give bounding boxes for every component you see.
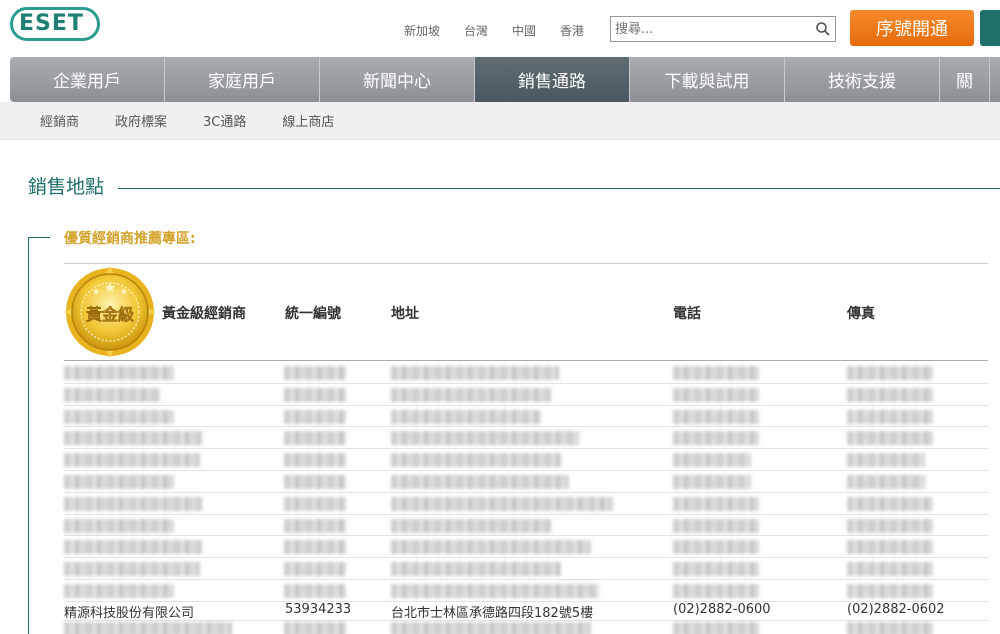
sub-section-vertical-rule bbox=[28, 237, 29, 634]
table-row: 精源科技股份有限公司 53934233 台北市士林區承德路四段182號5樓 (0… bbox=[64, 599, 988, 621]
search-input[interactable] bbox=[615, 19, 811, 39]
column-header-phone: 電話 bbox=[673, 306, 701, 322]
table-row bbox=[64, 384, 988, 406]
table-row bbox=[64, 622, 988, 634]
nav-item-sales-channel[interactable]: 銷售通路 bbox=[475, 57, 630, 102]
nav-item-business[interactable]: 企業用戶 bbox=[10, 57, 165, 102]
lang-link-taiwan[interactable]: 台灣 bbox=[464, 22, 488, 39]
nav-item-home[interactable]: 家庭用戶 bbox=[165, 57, 320, 102]
teal-header-button[interactable] bbox=[980, 10, 1000, 46]
sub-nav: 經銷商 政府標案 3C通路 線上商店 bbox=[0, 102, 1000, 140]
subnav-item-3c[interactable]: 3C通路 bbox=[203, 111, 246, 130]
table-row bbox=[64, 362, 988, 384]
dealer-name: 精源科技股份有限公司 bbox=[64, 606, 195, 621]
table-header-rule bbox=[64, 360, 988, 361]
main-nav: 企業用戶 家庭用戶 新聞中心 銷售通路 下載與試用 技術支援 關 bbox=[10, 57, 1000, 102]
gold-medal-icon: 黃金級 bbox=[64, 266, 156, 358]
site-header: ESET 新加坡 台灣 中國 香港 序號開通 bbox=[0, 0, 1000, 56]
table-row bbox=[64, 471, 988, 493]
nav-item-about[interactable]: 關 bbox=[940, 57, 990, 102]
table-row bbox=[64, 558, 988, 580]
sub-section-title: 優質經銷商推薦專區: bbox=[64, 231, 196, 247]
subnav-item-dealers[interactable]: 經銷商 bbox=[40, 111, 79, 130]
nav-item-support[interactable]: 技術支援 bbox=[785, 57, 940, 102]
table-row bbox=[64, 536, 988, 559]
section-title-rule bbox=[118, 188, 1000, 189]
serial-activation-button[interactable]: 序號開通 bbox=[850, 10, 974, 46]
dealer-address: 台北市士林區承德路四段182號5樓 bbox=[391, 606, 594, 621]
subnav-item-online-store[interactable]: 線上商店 bbox=[282, 111, 334, 130]
lang-link-singapore[interactable]: 新加坡 bbox=[404, 22, 440, 39]
column-header-tax-id: 統一編號 bbox=[285, 306, 341, 322]
table-row bbox=[64, 406, 988, 428]
table-row bbox=[64, 427, 988, 450]
eset-logo[interactable]: ESET bbox=[10, 7, 100, 41]
language-links: 新加坡 台灣 中國 香港 bbox=[404, 22, 584, 39]
nav-item-news[interactable]: 新聞中心 bbox=[320, 57, 475, 102]
dealer-fax: (02)2882-0602 bbox=[847, 602, 945, 617]
nav-item-download[interactable]: 下載與試用 bbox=[630, 57, 785, 102]
column-header-dealer: 黃金級經銷商 bbox=[162, 306, 246, 322]
table-row bbox=[64, 449, 988, 471]
table-row bbox=[64, 515, 988, 537]
dealer-table-body bbox=[64, 362, 988, 602]
table-top-rule bbox=[64, 263, 988, 264]
subnav-item-government[interactable]: 政府標案 bbox=[115, 111, 167, 130]
lang-link-hongkong[interactable]: 香港 bbox=[560, 22, 584, 39]
column-header-address: 地址 bbox=[391, 306, 419, 322]
column-header-fax: 傳真 bbox=[847, 306, 875, 322]
badge-text: 黃金級 bbox=[85, 305, 134, 324]
search-icon[interactable] bbox=[815, 21, 831, 37]
dealer-tax-id: 53934233 bbox=[285, 602, 352, 617]
sub-section-horizontal-rule bbox=[28, 237, 50, 238]
logo-text: ESET bbox=[19, 11, 84, 36]
page-title: 銷售地點 bbox=[28, 176, 105, 198]
lang-link-china[interactable]: 中國 bbox=[512, 22, 536, 39]
search-box bbox=[610, 16, 836, 42]
table-row bbox=[64, 493, 988, 515]
dealer-phone: (02)2882-0600 bbox=[673, 602, 771, 617]
